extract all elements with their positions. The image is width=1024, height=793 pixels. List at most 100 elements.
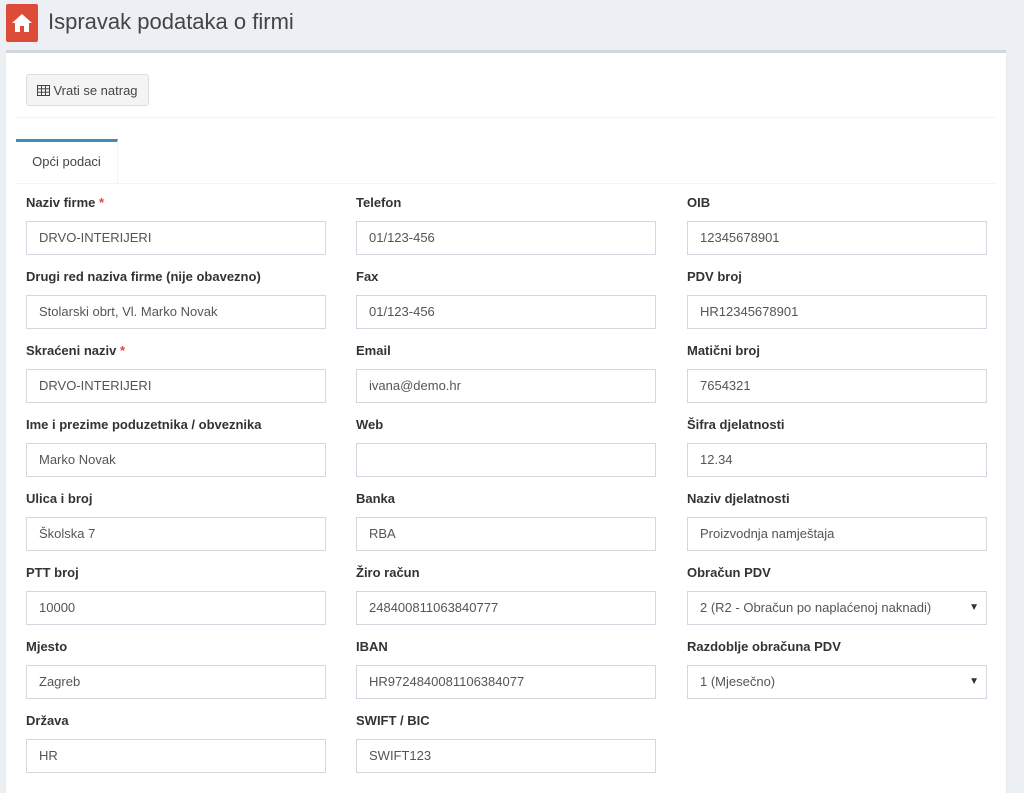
maticni-broj-input[interactable]: 7654321 bbox=[687, 369, 987, 403]
telefon-input[interactable]: 01/123-456 bbox=[356, 221, 656, 255]
top-bar: Ispravak podataka o firmi bbox=[0, 0, 1024, 48]
required-marker: * bbox=[119, 343, 126, 358]
field-value: 01/123-456 bbox=[369, 230, 435, 245]
field-value: 1 (Mjesečno) bbox=[700, 674, 776, 689]
field-label-text: Telefon bbox=[356, 195, 402, 210]
field-label-text: Fax bbox=[356, 269, 379, 284]
form-group: Skraćeni naziv * DRVO-INTERIJERI bbox=[26, 343, 326, 417]
form-group: Telefon 01/123-456 bbox=[356, 195, 656, 269]
field-label-text: OIB bbox=[687, 195, 711, 210]
web-label: Web bbox=[356, 417, 656, 433]
razdoblje-obracuna-pdv-label: Razdoblje obračuna PDV bbox=[687, 639, 987, 655]
banka-input[interactable]: RBA bbox=[356, 517, 656, 551]
oib-input[interactable]: 12345678901 bbox=[687, 221, 987, 255]
form-column-2: Telefon 01/123-456 Fax 01/123-456 Email ivana… bbox=[356, 195, 656, 787]
naziv-djelatnosti-input[interactable]: Proizvodnja namještaja bbox=[687, 517, 987, 551]
obracun-pdv-label: Obračun PDV bbox=[687, 565, 987, 581]
form-group: Ulica i broj Školska 7 bbox=[26, 491, 326, 565]
naziv-firme-label: Naziv firme * bbox=[26, 195, 326, 211]
field-value: SWIFT123 bbox=[369, 748, 432, 763]
obracun-pdv-select[interactable]: 2 (R2 - Obračun po naplaćenoj naknadi) ▼ bbox=[687, 591, 987, 625]
form-group: Drugi red naziva firme (nije obavezno) St… bbox=[26, 269, 326, 343]
field-label-text: Šifra djelatnosti bbox=[687, 417, 785, 432]
home-button[interactable] bbox=[6, 4, 38, 42]
ime-i-prezime-poduzetnika-obveznika-label: Ime i prezime poduzetnika / obveznika bbox=[26, 417, 326, 433]
field-label-text: Matični broj bbox=[687, 343, 760, 358]
sifra-djelatnosti-input[interactable]: 12.34 bbox=[687, 443, 987, 477]
razdoblje-obracuna-pdv-select[interactable]: 1 (Mjesečno) ▼ bbox=[687, 665, 987, 699]
ulica-i-broj-input[interactable]: Školska 7 bbox=[26, 517, 326, 551]
field-value: 248400811063840777 bbox=[369, 600, 499, 615]
email-label: Email bbox=[356, 343, 656, 359]
tab-bar: Opći podaci bbox=[16, 139, 996, 184]
skraceni-naziv-input[interactable]: DRVO-INTERIJERI bbox=[26, 369, 326, 403]
field-value: Zagreb bbox=[39, 674, 81, 689]
drugi-red-naziva-firme-nije-obavezno-input[interactable]: Stolarski obrt, Vl. Marko Novak bbox=[26, 295, 326, 329]
web-input[interactable] bbox=[356, 443, 656, 477]
mjesto-input[interactable]: Zagreb bbox=[26, 665, 326, 699]
back-button-label: Vrati se natrag bbox=[53, 82, 138, 98]
naziv-firme-input[interactable]: DRVO-INTERIJERI bbox=[26, 221, 326, 255]
form-group: Razdoblje obračuna PDV 1 (Mjesečno) ▼ bbox=[687, 639, 987, 713]
page-title: Ispravak podataka o firmi bbox=[48, 9, 294, 34]
field-label-text: Drugi red naziva firme (nije obavezno) bbox=[26, 269, 261, 284]
field-value: DRVO-INTERIJERI bbox=[39, 378, 152, 393]
field-label-text: Mjesto bbox=[26, 639, 68, 654]
iban-label: IBAN bbox=[356, 639, 656, 655]
pdv-broj-label: PDV broj bbox=[687, 269, 987, 285]
fax-input[interactable]: 01/123-456 bbox=[356, 295, 656, 329]
form-group: Obračun PDV 2 (R2 - Obračun po naplaćenoj… bbox=[687, 565, 987, 639]
banka-label: Banka bbox=[356, 491, 656, 507]
field-value: ivana@demo.hr bbox=[369, 378, 461, 393]
oib-label: OIB bbox=[687, 195, 987, 211]
field-value: RBA bbox=[369, 526, 396, 541]
field-label-text: Banka bbox=[356, 491, 396, 506]
form-group: OIB 12345678901 bbox=[687, 195, 987, 269]
form-group: Žiro račun 248400811063840777 bbox=[356, 565, 656, 639]
field-label-text: Ulica i broj bbox=[26, 491, 93, 506]
naziv-djelatnosti-label: Naziv djelatnosti bbox=[687, 491, 987, 507]
field-label-text: Naziv firme bbox=[26, 195, 96, 210]
ptt-broj-input[interactable]: 10000 bbox=[26, 591, 326, 625]
field-value: 01/123-456 bbox=[369, 304, 435, 319]
form-group: Matični broj 7654321 bbox=[687, 343, 987, 417]
form-group: IBAN HR9724840081106384077 bbox=[356, 639, 656, 713]
form-group: Država HR bbox=[26, 713, 326, 787]
form-group: Web bbox=[356, 417, 656, 491]
field-value: HR bbox=[39, 748, 58, 763]
field-label-text: Ime i prezime poduzetnika / obveznika bbox=[26, 417, 262, 432]
drugi-red-naziva-firme-nije-obavezno-label: Drugi red naziva firme (nije obavezno) bbox=[26, 269, 326, 285]
form-group: Email ivana@demo.hr bbox=[356, 343, 656, 417]
tab-general[interactable]: Opći podaci bbox=[16, 139, 118, 183]
field-label-text: SWIFT / BIC bbox=[356, 713, 430, 728]
mjesto-label: Mjesto bbox=[26, 639, 326, 655]
field-value: DRVO-INTERIJERI bbox=[39, 230, 152, 245]
swift-bic-label: SWIFT / BIC bbox=[356, 713, 656, 729]
maticni-broj-label: Matični broj bbox=[687, 343, 987, 359]
skraceni-naziv-label: Skraćeni naziv * bbox=[26, 343, 326, 359]
field-value: 2 (R2 - Obračun po naplaćenoj naknadi) bbox=[700, 600, 932, 615]
field-value: Stolarski obrt, Vl. Marko Novak bbox=[39, 304, 218, 319]
table-icon bbox=[37, 84, 51, 96]
field-label-text: Razdoblje obračuna PDV bbox=[687, 639, 841, 654]
iban-input[interactable]: HR9724840081106384077 bbox=[356, 665, 656, 699]
pdv-broj-input[interactable]: HR12345678901 bbox=[687, 295, 987, 329]
field-label-text: Žiro račun bbox=[356, 565, 420, 580]
back-button[interactable]: Vrati se natrag bbox=[26, 74, 149, 106]
ime-i-prezime-poduzetnika-obveznika-input[interactable]: Marko Novak bbox=[26, 443, 326, 477]
ulica-i-broj-label: Ulica i broj bbox=[26, 491, 326, 507]
field-value: 12.34 bbox=[700, 452, 733, 467]
field-value: Marko Novak bbox=[39, 452, 116, 467]
form-group: Banka RBA bbox=[356, 491, 656, 565]
field-value: HR9724840081106384077 bbox=[369, 674, 525, 689]
ptt-broj-label: PTT broj bbox=[26, 565, 326, 581]
divider bbox=[16, 117, 996, 118]
field-value: 10000 bbox=[39, 600, 76, 615]
form-group: SWIFT / BIC SWIFT123 bbox=[356, 713, 656, 787]
email-input[interactable]: ivana@demo.hr bbox=[356, 369, 656, 403]
ziro-racun-input[interactable]: 248400811063840777 bbox=[356, 591, 656, 625]
field-label-text: Država bbox=[26, 713, 69, 728]
drzava-label: Država bbox=[26, 713, 326, 729]
form-group: Mjesto Zagreb bbox=[26, 639, 326, 713]
field-label-text: IBAN bbox=[356, 639, 388, 654]
